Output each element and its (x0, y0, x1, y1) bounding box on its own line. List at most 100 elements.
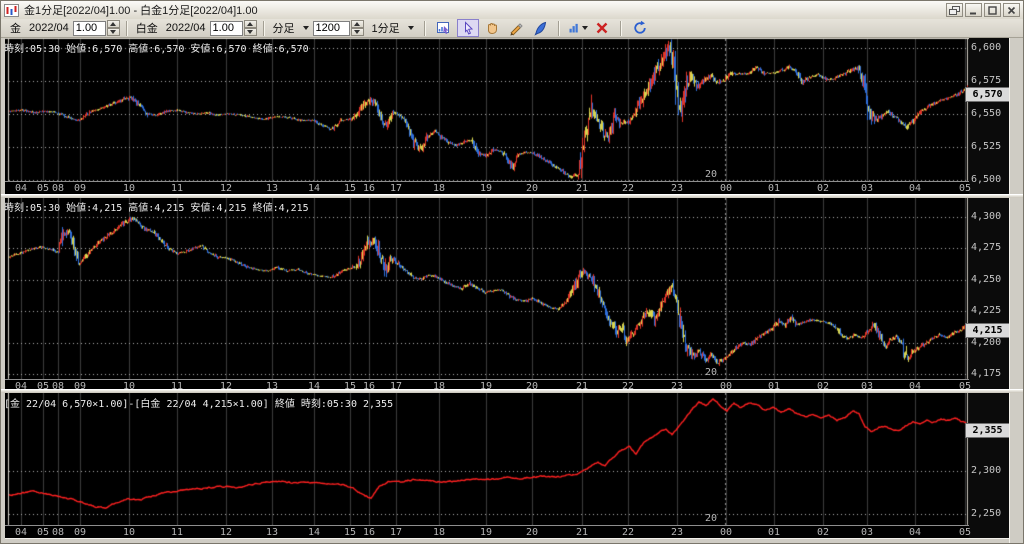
window-frame-right (1009, 38, 1023, 543)
x-axis-hour-label: 20 (525, 527, 539, 538)
x-axis-hour-label: 23 (670, 183, 684, 194)
gold-chart-panel: 時刻:05:30 始値:6,570 高値:6,570 安値:6,570 終値:6… (1, 38, 1010, 194)
refresh-icon (633, 20, 646, 34)
panel-splitter[interactable] (1, 389, 1023, 393)
toolbar: 金 2022/04 白金 2022/04 分足 1分足 (1, 19, 1023, 38)
x-axis-hour-label: 18 (432, 527, 446, 538)
y-axis-tick-label: 4,225 (971, 305, 1002, 316)
platinum-chart-info: 時刻:05:30 始値:4,215 高値:4,215 安値:4,215 終値:4… (4, 203, 309, 214)
x-axis-hour-label: 01 (767, 527, 781, 538)
y-axis-tick-label: 6,550 (971, 108, 1002, 119)
last-price-box: 6,570 (965, 87, 1010, 102)
bar-chart-icon (569, 23, 578, 33)
candlestick-app-icon (4, 3, 19, 17)
minimize-button[interactable] (965, 3, 982, 17)
hand-pan-button[interactable] (481, 19, 503, 37)
bar-count-spinner[interactable] (350, 20, 364, 36)
y-axis-tick-label: 2,250 (971, 508, 1002, 519)
quill-icon (534, 21, 546, 36)
platinum-chart-canvas[interactable] (1, 198, 969, 389)
quill-draw-button[interactable] (529, 19, 551, 37)
x-axis-hour-label: 05 (958, 527, 972, 538)
window-frame-left (1, 38, 5, 543)
spread-y-axis: 2,300 2,250 2,355 (965, 393, 1010, 538)
close-button[interactable] (1003, 3, 1020, 17)
x-axis-hour-label: 17 (389, 527, 403, 538)
chevron-down-icon (581, 26, 588, 30)
x-axis-hour-label: 09 (73, 183, 87, 194)
toolbar-separator (262, 20, 265, 36)
maximize-button[interactable] (984, 3, 1001, 17)
platinum-contract-month[interactable]: 2022/04 (166, 22, 206, 34)
gold-x-axis: 04 05 08 09 10 11 12 13 14 15 16 17 18 19 20 21 22 23 00 01… (1, 181, 971, 194)
x-axis-hour-label: 13 (265, 527, 279, 538)
y-axis-tick-label: 4,250 (971, 274, 1002, 285)
platinum-multiplier-spinner[interactable] (243, 20, 257, 36)
window-frame-bottom (1, 538, 1023, 543)
x-axis-hour-label: 04 (14, 527, 28, 538)
toolbar-separator (423, 20, 426, 36)
platinum-label: 白金 (135, 23, 158, 35)
x-axis-hour-label: 22 (621, 527, 635, 538)
gold-chart-canvas[interactable] (1, 38, 969, 194)
window-title: 金1分足[2022/04]1.00 - 白金1分足[2022/04]1.00 (24, 5, 258, 17)
chart-style-button[interactable] (567, 19, 589, 37)
x-axis-hour-label: 09 (73, 527, 87, 538)
gold-y-axis: 6,600 6,575 6,550 6,525 6,500 6,570 (965, 38, 1010, 194)
x-axis-hour-label: 03 (860, 183, 874, 194)
x-axis-hour-label: 05 (958, 183, 972, 194)
x-axis-hour-label: 19 (479, 527, 493, 538)
title-bar[interactable]: 金1分足[2022/04]1.00 - 白金1分足[2022/04]1.00 (1, 1, 1023, 19)
gold-contract-month[interactable]: 2022/04 (29, 22, 69, 34)
y-axis-tick-label: 4,300 (971, 211, 1002, 222)
y-axis-tick-label: 6,575 (971, 75, 1002, 86)
refresh-button[interactable] (629, 19, 651, 37)
gold-multiplier-input[interactable] (72, 20, 106, 36)
x-axis-hour-label: 13 (265, 183, 279, 194)
bar-type-dropdown[interactable]: 分足 (273, 20, 295, 36)
panel-splitter[interactable] (1, 194, 1023, 198)
x-axis-hour-label: 21 (575, 527, 589, 538)
pencil-icon (510, 23, 523, 36)
spread-chart-panel: [金 22/04 6,570×1.00]-[白金 22/04 4,215×1.0… (1, 393, 1010, 538)
spread-chart-canvas[interactable] (1, 393, 969, 538)
x-axis-hour-label: 23 (670, 527, 684, 538)
day-change-label: 20 (704, 169, 718, 180)
last-price-box: 2,355 (965, 423, 1010, 438)
x-axis-hour-label: 01 (767, 183, 781, 194)
duplicate-window-button[interactable] (946, 3, 963, 17)
chevron-down-icon[interactable] (407, 26, 414, 30)
x-axis-hour-label: 00 (719, 183, 733, 194)
pencil-draw-button[interactable] (505, 19, 527, 37)
delete-drawings-button[interactable] (591, 19, 613, 37)
cursor-mode-button[interactable] (456, 19, 479, 37)
bar-count-input[interactable] (312, 20, 350, 36)
x-axis-hour-label: 10 (122, 527, 136, 538)
gold-multiplier-spinner[interactable] (106, 20, 120, 36)
platinum-y-axis: 4,300 4,275 4,250 4,225 4,200 4,175 4,215 (965, 198, 1010, 389)
y-axis-tick-label: 6,525 (971, 141, 1002, 152)
x-axis-hour-label: 16 (362, 183, 376, 194)
toolbar-separator (125, 20, 128, 36)
interval-dropdown[interactable]: 1分足 (372, 20, 400, 36)
x-axis-hour-label: 21 (575, 183, 589, 194)
y-axis-tick-label: 4,200 (971, 337, 1002, 348)
chevron-down-icon[interactable] (302, 26, 309, 30)
day-change-label: 20 (704, 513, 718, 524)
x-axis-hour-label: 12 (219, 527, 233, 538)
platinum-multiplier-input[interactable] (209, 20, 243, 36)
x-axis-hour-label: 19 (479, 183, 493, 194)
app-window: 金1分足[2022/04]1.00 - 白金1分足[2022/04]1.00 金… (0, 0, 1024, 544)
toolbar-separator (557, 20, 560, 36)
x-axis-hour-label: 22 (621, 183, 635, 194)
x-axis-hour-label: 18 (432, 183, 446, 194)
chart-select-button[interactable] (433, 19, 455, 37)
delete-x-icon (596, 22, 608, 34)
hand-pan-icon (487, 23, 497, 35)
x-axis-hour-label: 11 (170, 183, 184, 194)
x-axis-hour-label: 04 (14, 183, 28, 194)
x-axis-hour-label: 08 (51, 527, 65, 538)
last-price-box: 4,215 (965, 323, 1010, 338)
x-axis-hour-label: 10 (122, 183, 136, 194)
gold-chart-info: 時刻:05:30 始値:6,570 高値:6,570 安値:6,570 終値:6… (4, 44, 309, 55)
